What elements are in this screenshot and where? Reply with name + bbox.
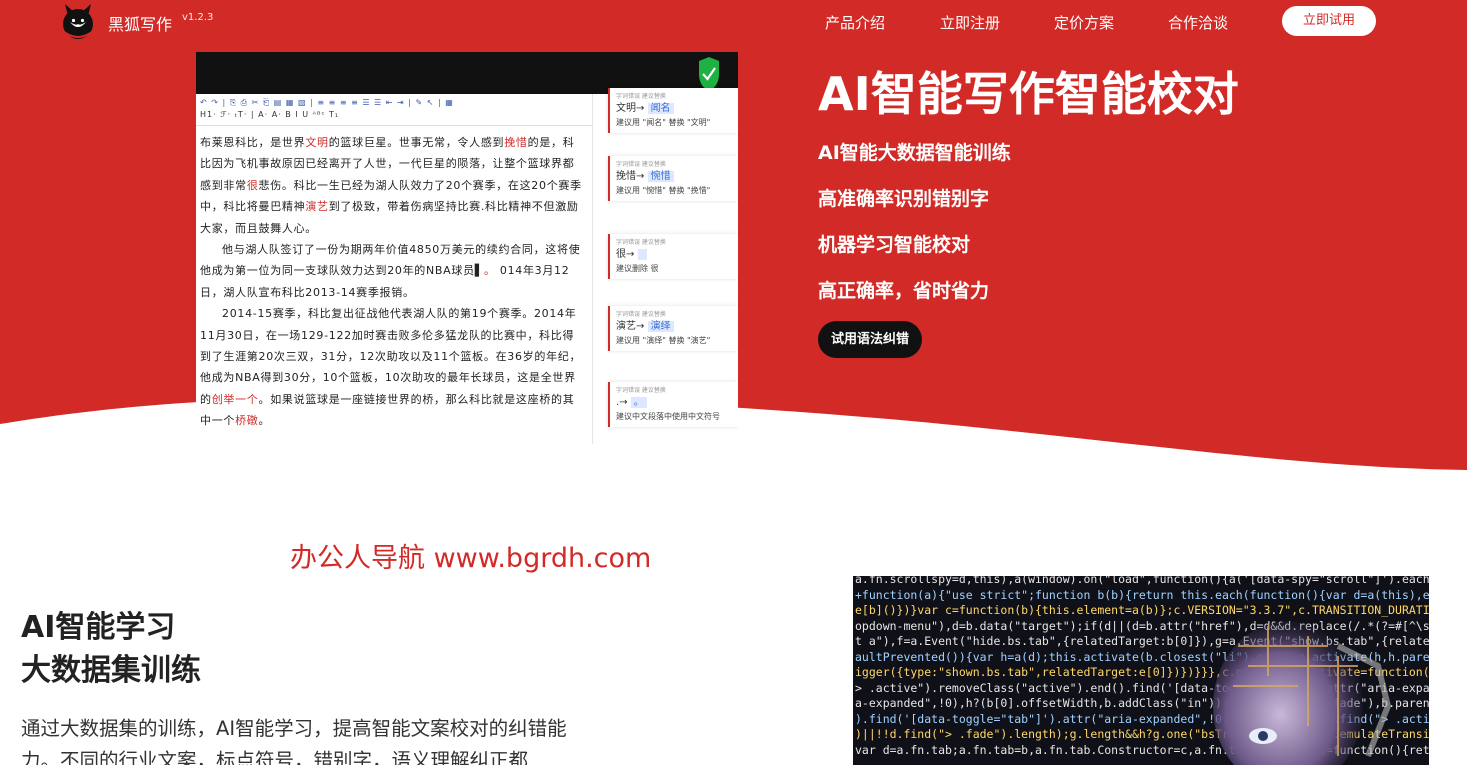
error-word[interactable]: 。 <box>484 264 496 277</box>
editor-demo-window: ↶ ↷ | ⎘ ⎙ ✂ ⎗ ▤ ▦ ▧ | ≡ ≡ ≡ ≡ ☰ ☰ ⇤ ⇥ | … <box>196 52 738 444</box>
text-run: 的篮球巨星。世事无常，令人感到 <box>328 136 505 149</box>
error-word[interactable]: 文明 <box>305 136 328 149</box>
feature-item: 高准确率识别错别字 <box>818 188 990 210</box>
text-cursor: ▌ <box>474 264 484 278</box>
paragraph-1: 布莱恩科比，是世界文明的篮球巨星。世事无常，令人感到挽惜的是，科比因为飞机事故原… <box>200 132 584 239</box>
paragraph-3: 2014-15赛季，科比复出征战他代表湖人队的第19个赛季。2014年11月30… <box>200 303 584 431</box>
hero-title: AI智能写作智能校对 <box>818 67 1239 121</box>
error-word[interactable]: 挽惜 <box>504 136 527 149</box>
suggestion-tag: 字词错误 建议替换 <box>616 161 666 168</box>
version-label: v1.2.3 <box>182 12 214 23</box>
nav-pricing[interactable]: 定价方案 <box>1054 12 1114 33</box>
suggestion-word: 文明→ 闻名 <box>616 101 732 117</box>
toolbar-row-2[interactable]: H1· ℱ· ₜT· | A· A· B I U ᴬᴮᶜ T₁ <box>200 109 588 121</box>
suggestion-note: 建议中文段落中使用中文符号 <box>616 412 720 421</box>
suggestion-from: . <box>616 397 620 408</box>
suggestion-note: 建议用 "演绎" 替换 "演艺" <box>616 336 711 345</box>
suggestion-tag: 字词错误 建议替换 <box>616 93 666 100</box>
nav-product-intro[interactable]: 产品介绍 <box>825 12 885 33</box>
suggestion-tag: 字词错误 建议替换 <box>616 311 666 318</box>
suggestion-word: 很→ <box>616 247 732 263</box>
suggestion-to[interactable] <box>637 249 647 260</box>
suggestion-from: 演艺 <box>616 321 636 332</box>
suggestion-tag: 字词错误 建议替换 <box>616 387 666 394</box>
fox-logo-icon[interactable] <box>60 2 96 40</box>
paragraph-2: 他与湖人队签订了一份为期两年价值4850万美元的续约合同，这将使他成为第一位为同… <box>200 239 584 303</box>
suggestion-to[interactable]: 闻名 <box>647 103 674 114</box>
shield-check-icon <box>699 57 719 91</box>
code-line: a.fn.scrollspy=d,this),a(window).on("loa… <box>855 576 1429 586</box>
suggestion-card[interactable]: 字词错误 建议替换 文明→ 闻名 建议用 "闻名" 替换 "文明" <box>608 88 738 133</box>
toolbar-row-1[interactable]: ↶ ↷ | ⎘ ⎙ ✂ ⎗ ▤ ▦ ▧ | ≡ ≡ ≡ ≡ ☰ ☰ ⇤ ⇥ | … <box>200 97 588 109</box>
suggestion-from: 很 <box>616 249 626 260</box>
suggestion-from: 文明 <box>616 103 636 114</box>
suggestion-card[interactable]: 字词错误 建议替换 挽惜→ 惋惜 建议用 "惋惜" 替换 "挽惜" <box>608 156 738 201</box>
section-title-2: 大数据集训练 <box>21 653 201 688</box>
editor-content[interactable]: 布莱恩科比，是世界文明的篮球巨星。世事无常，令人感到挽惜的是，科比因为飞机事故原… <box>200 132 584 432</box>
suggestion-note: 建议删除 很 <box>616 264 659 273</box>
suggestion-to[interactable]: 惋惜 <box>647 171 674 182</box>
text-run: 2014-15赛季，科比复出征战他代表湖人队的第19个赛季。2014年11月30… <box>200 307 582 406</box>
suggestion-note: 建议用 "闻名" 替换 "文明" <box>616 118 711 127</box>
suggestion-word: 挽惜→ 惋惜 <box>616 169 732 185</box>
ai-face-illustration <box>1213 621 1392 765</box>
suggestion-word: .→ 。 <box>616 395 732 411</box>
suggestion-card[interactable]: 字词错误 建议替换 很→ 建议删除 很 <box>608 234 738 279</box>
feature-item: 高正确率，省时省力 <box>818 280 990 302</box>
try-grammar-button[interactable]: 试用语法纠错 <box>818 321 922 358</box>
error-word[interactable]: 演艺 <box>305 200 328 213</box>
text-run: 布莱恩科比，是世界 <box>200 136 306 149</box>
divider <box>592 94 593 444</box>
error-word[interactable]: 很 <box>247 179 259 192</box>
feature-item: 机器学习智能校对 <box>818 234 971 256</box>
suggestion-word: 演艺→ 演绎 <box>616 319 732 335</box>
section-title-1: AI智能学习 <box>21 610 176 645</box>
landing-page: 黑狐写作 v1.2.3 产品介绍 立即注册 定价方案 合作洽谈 立即试用 ↶ ↷… <box>0 0 1467 765</box>
nav-cooperation[interactable]: 合作洽谈 <box>1168 12 1228 33</box>
try-now-button[interactable]: 立即试用 <box>1282 6 1376 36</box>
watermark-text: 办公人导航 www.bgrdh.com <box>290 543 652 574</box>
section-description: 通过大数据集的训练，AI智能学习，提高智能文案校对的纠错能力。不同的行业文案，标… <box>21 717 567 765</box>
suggestion-card[interactable]: 字词错误 建议替换 .→ 。 建议中文段落中使用中文符号 <box>608 382 738 427</box>
suggestion-to[interactable]: 演绎 <box>647 321 674 332</box>
suggestion-from: 挽惜 <box>616 171 636 182</box>
editor-toolbar[interactable]: ↶ ↷ | ⎘ ⎙ ✂ ⎗ ▤ ▦ ▧ | ≡ ≡ ≡ ≡ ☰ ☰ ⇤ ⇥ | … <box>196 94 592 126</box>
nav-register[interactable]: 立即注册 <box>940 12 1000 33</box>
suggestion-card[interactable]: 字词错误 建议替换 演艺→ 演绎 建议用 "演绎" 替换 "演艺" <box>608 306 738 351</box>
suggestion-note: 建议用 "惋惜" 替换 "挽惜" <box>616 186 711 195</box>
error-word[interactable]: 桥礅 <box>235 414 258 427</box>
brand-name[interactable]: 黑狐写作 <box>108 11 172 35</box>
error-word[interactable]: 创举一个 <box>212 393 259 406</box>
code-line: +function(a){"use strict";function b(b){… <box>855 587 1429 602</box>
suggestion-tag: 字词错误 建议替换 <box>616 239 666 246</box>
feature-item: AI智能大数据智能训练 <box>818 142 1011 164</box>
suggestion-to[interactable]: 。 <box>630 397 647 408</box>
code-ai-image: var d=a.fn.tab;a.fn.tab=b,a.fn.tab.Const… <box>853 576 1429 765</box>
text-run: 。 <box>258 414 271 428</box>
